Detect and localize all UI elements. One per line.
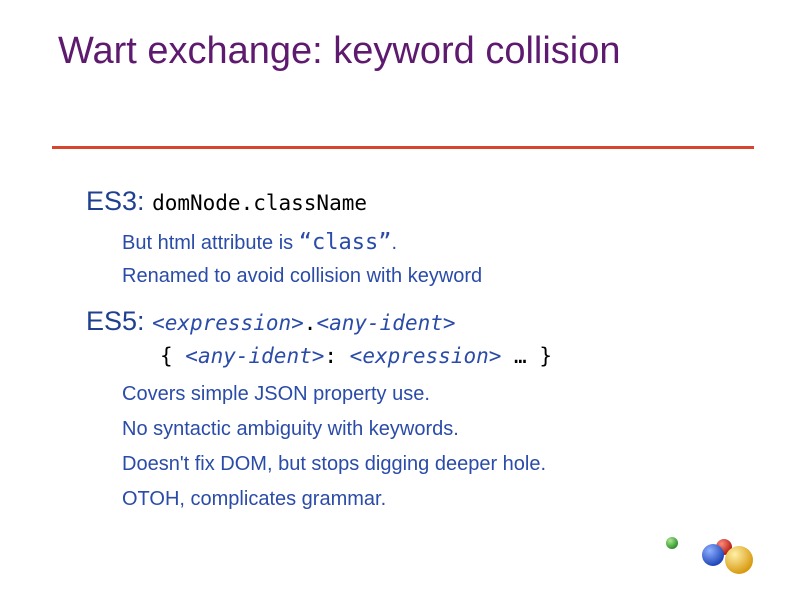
es5-bullet-1: Covers simple JSON property use. <box>122 383 430 405</box>
es5-object-literal: { <any-ident>: <expression> … } <box>160 344 552 369</box>
es5-brace-open: { <box>160 344 186 368</box>
es3-code: domNode.className <box>152 191 367 215</box>
es3-bullet-1-text: But html attribute is <box>122 232 299 254</box>
es5-brace-close: … } <box>501 344 552 368</box>
es3-bullet-1-code: “class” <box>298 230 392 255</box>
es5-colon: : <box>324 344 350 368</box>
es3-heading: ES3: domNode.className <box>86 186 367 217</box>
slide-title: Wart exchange: keyword collision <box>58 30 621 72</box>
es5-label: ES5: <box>86 306 145 336</box>
slide: Wart exchange: keyword collision ES3: do… <box>0 0 800 600</box>
title-divider <box>52 146 754 149</box>
google-balls-logo-icon <box>666 537 753 574</box>
es3-label: ES3: <box>86 186 145 216</box>
es5-bullet-3: Doesn't fix DOM, but stops digging deepe… <box>122 453 547 475</box>
es5-expr: <expression> <box>152 311 304 335</box>
logo-yellow-ball <box>725 546 753 574</box>
logo-green-ball <box>666 537 678 549</box>
es3-bullet-1: But html attribute is “class”. <box>122 230 397 255</box>
es5-bullet-2: No syntactic ambiguity with keywords. <box>122 418 459 440</box>
es3-bullet-2: Renamed to avoid collision with keyword <box>122 265 483 287</box>
es5-ident: <any-ident> <box>316 311 456 335</box>
logo-blue-ball <box>702 544 724 566</box>
es5-bullet-4: OTOH, complicates grammar. <box>122 488 387 510</box>
es5-obj-ident: <any-ident> <box>185 344 325 368</box>
es3-bullet-1-end: . <box>391 232 398 254</box>
es5-dot: . <box>303 311 317 335</box>
es5-obj-expr: <expression> <box>349 344 502 368</box>
es5-heading: ES5: <expression>.<any-ident> <box>86 306 456 337</box>
